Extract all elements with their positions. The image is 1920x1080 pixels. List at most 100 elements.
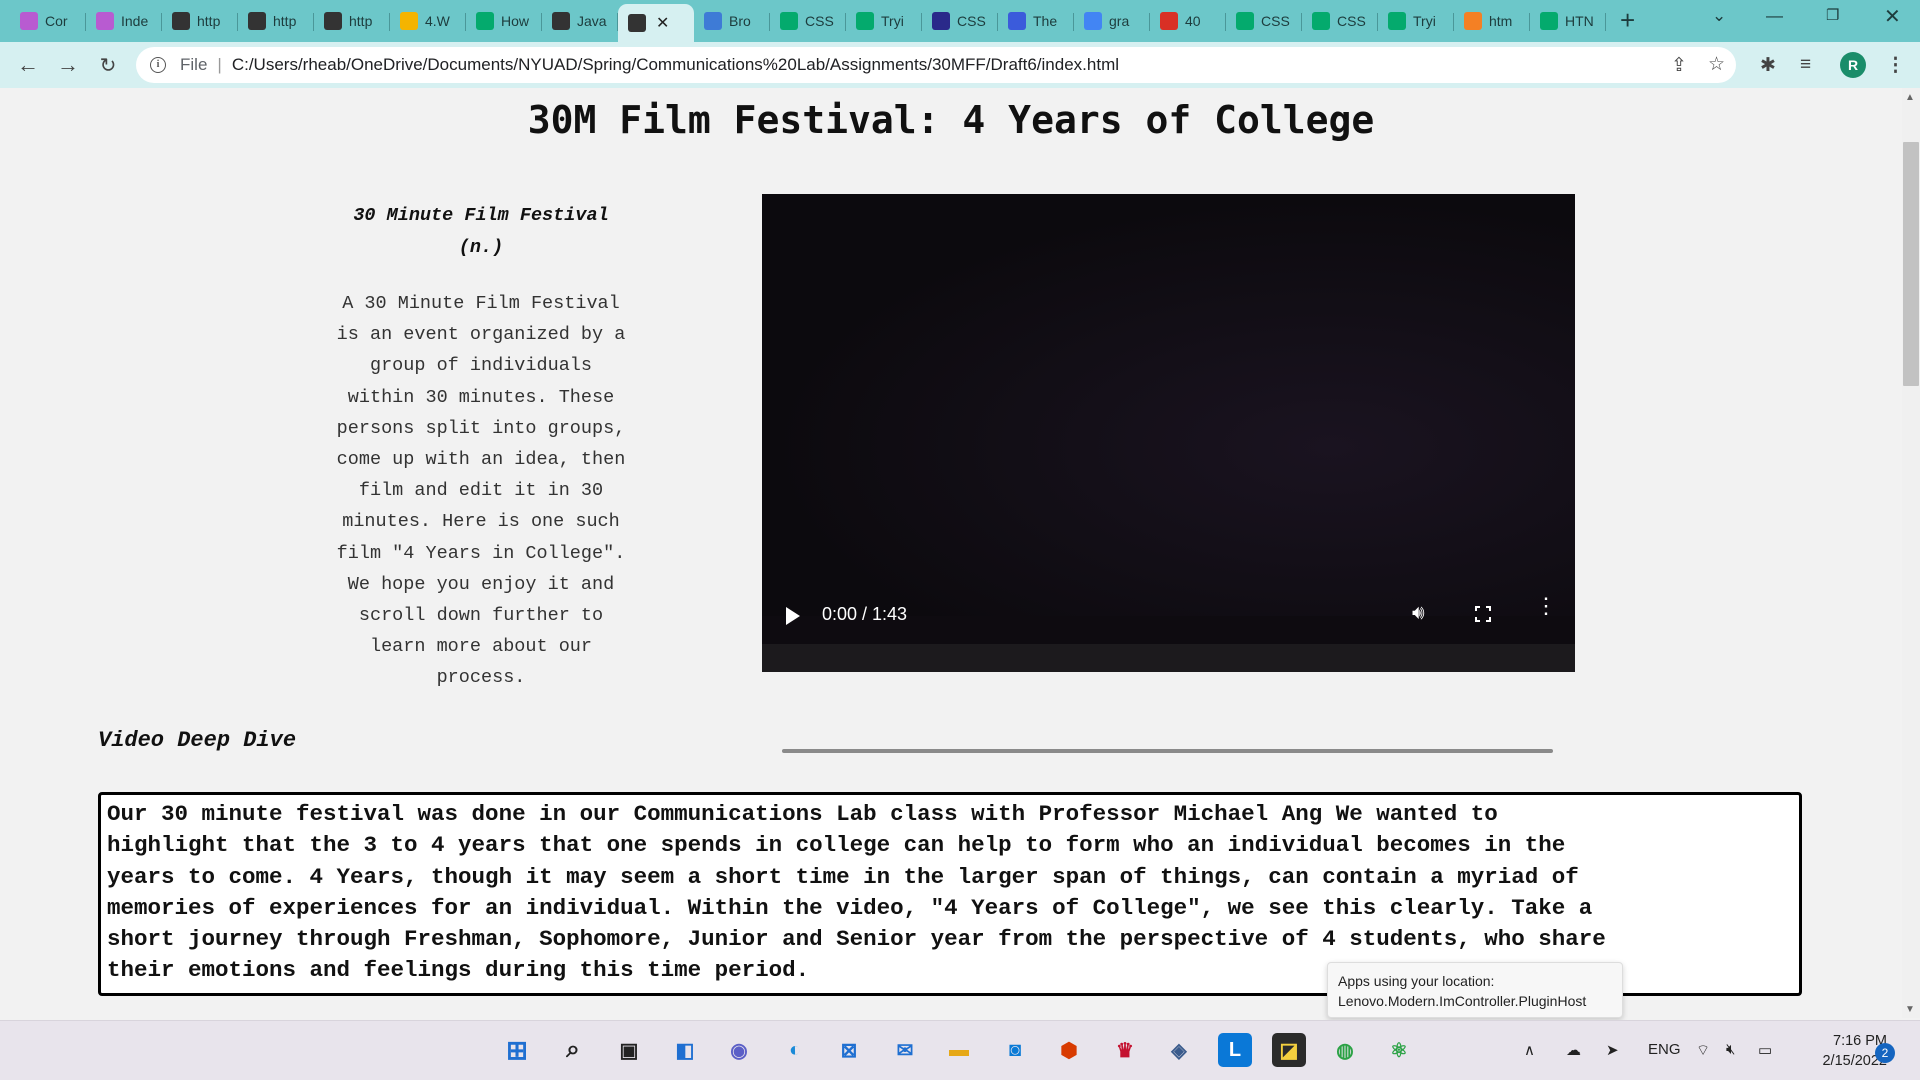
browser-tab[interactable]: How	[466, 4, 542, 38]
browser-tab[interactable]: Tryi	[1378, 4, 1454, 38]
tab-title: Inde	[121, 13, 149, 29]
browser-tab[interactable]: 4.W	[390, 4, 466, 38]
definition-line: persons split into groups,	[336, 417, 626, 439]
atom-icon[interactable]: ⚛	[1382, 1033, 1416, 1067]
play-icon[interactable]	[786, 607, 800, 625]
browser-tab[interactable]: The	[998, 4, 1074, 38]
video-time: 0:00 / 1:43	[822, 604, 908, 624]
profile-avatar[interactable]: R	[1840, 52, 1866, 78]
tab-title: http	[197, 13, 221, 29]
store-icon[interactable]: ⊠	[832, 1033, 866, 1067]
video-player[interactable]: 0:00 / 1:43 🔊︎ ⋮	[762, 194, 1575, 753]
close-window-icon[interactable]: ✕	[1884, 4, 1901, 29]
back-icon[interactable]: ←	[8, 52, 48, 78]
definition-line: We hope you enjoy it and	[347, 573, 615, 595]
stackoverflow-icon	[1464, 12, 1482, 30]
browser-tab[interactable]: CSS	[922, 4, 998, 38]
notification-badge[interactable]: 2	[1875, 1043, 1895, 1063]
definition-line: process.	[436, 667, 526, 689]
browser-tab[interactable]: Inde	[86, 4, 162, 38]
tab-title: HTN	[1565, 13, 1594, 29]
video-progress-bar[interactable]	[782, 749, 1553, 753]
info-icon[interactable]: i	[150, 57, 166, 73]
restore-icon[interactable]: ❐	[1826, 6, 1839, 24]
onedrive-icon[interactable]: ☁	[1566, 1041, 1581, 1059]
office-icon[interactable]: ⬢	[1052, 1033, 1086, 1067]
scroll-down-arrow-icon[interactable]: ▼	[1905, 1004, 1915, 1015]
search-icon[interactable]: ⌕	[556, 1033, 590, 1067]
reload-icon[interactable]: ↻	[88, 53, 128, 78]
language-indicator[interactable]: ENG	[1648, 1041, 1681, 1058]
wifi-icon[interactable]: ⌔	[1696, 1041, 1710, 1060]
battery-icon[interactable]: ▭	[1758, 1041, 1772, 1059]
minimize-icon[interactable]: —	[1766, 6, 1783, 26]
bookmark-star-icon[interactable]: ☆	[1708, 53, 1725, 76]
edge-icon[interactable]: ◐	[778, 1033, 812, 1067]
browser-tab[interactable]: HTN	[1530, 4, 1606, 38]
system-clock[interactable]: 7:16 PM 2/15/2022	[1795, 1031, 1887, 1071]
media-control-icon[interactable]: ≡	[1800, 54, 1811, 76]
location-icon[interactable]: ➤	[1606, 1041, 1619, 1059]
tab-title: Bro	[729, 13, 751, 29]
mcafee-icon[interactable]: ♛	[1108, 1033, 1142, 1067]
virtualbox-icon[interactable]: ◈	[1162, 1033, 1196, 1067]
browser-tab[interactable]: CSS	[770, 4, 846, 38]
hashnode-icon	[1008, 12, 1026, 30]
browser-tab[interactable]: gra	[1074, 4, 1150, 38]
browser-tab[interactable]: http	[314, 4, 390, 38]
sticky-notes-icon[interactable]: ◪	[1272, 1033, 1306, 1067]
extensions-icon[interactable]: ✱	[1760, 54, 1776, 77]
browser-tab[interactable]: CSS	[1226, 4, 1302, 38]
share-icon[interactable]: ⇪	[1671, 54, 1687, 77]
video-more-icon[interactable]: ⋮	[1535, 595, 1557, 617]
cortana-icon[interactable]: ◙	[998, 1033, 1032, 1067]
widgets-icon[interactable]: ◧	[668, 1033, 702, 1067]
tab-title: CSS	[805, 13, 834, 29]
start-windows-icon[interactable]: ⊞	[500, 1033, 534, 1067]
grid-icon	[704, 12, 722, 30]
close-tab-icon[interactable]: ✕	[656, 13, 669, 33]
fullscreen-icon[interactable]	[1474, 605, 1492, 623]
browser-tab[interactable]: htm	[1454, 4, 1530, 38]
file-explorer-icon[interactable]: ▬	[942, 1033, 976, 1067]
speaker-muted-icon[interactable]: 🔇︎	[1726, 1041, 1735, 1058]
definition-line: scroll down further to	[358, 605, 604, 627]
browser-tab[interactable]: Bro	[694, 4, 770, 38]
scroll-up-arrow-icon[interactable]: ▲	[1905, 92, 1915, 103]
tab-title: Java	[577, 13, 607, 29]
definition-term: 30 Minute Film Festival (n.)	[296, 200, 666, 264]
tab-title: How	[501, 13, 530, 29]
menu-kebab-icon[interactable]: ⋮	[1886, 54, 1905, 77]
address-url[interactable]: C:/Users/rheab/OneDrive/Documents/NYUAD/…	[232, 55, 1119, 75]
globe-icon	[172, 12, 190, 30]
scrollbar-thumb[interactable]	[1903, 142, 1919, 386]
browser-tab[interactable]: CSS	[1302, 4, 1378, 38]
browser-tab[interactable]: Tryi	[846, 4, 922, 38]
address-bar[interactable]: i File | C:/Users/rheab/OneDrive/Documen…	[136, 47, 1736, 83]
browser-tab[interactable]: Java	[542, 4, 618, 38]
codelab-icon	[20, 12, 38, 30]
mail-icon[interactable]: ✉	[888, 1033, 922, 1067]
definition-term-name: 30 Minute Film Festival	[353, 205, 609, 226]
definition-part-of-speech: (n.)	[458, 237, 504, 258]
volume-icon[interactable]: 🔊︎	[1412, 602, 1425, 625]
chrome-icon[interactable]: ◍	[1328, 1033, 1362, 1067]
browser-tab[interactable]: http	[162, 4, 238, 38]
tab-title: 40	[1185, 13, 1201, 29]
browser-tab[interactable]: http	[238, 4, 314, 38]
definition-line: A 30 Minute Film Festival	[342, 293, 620, 314]
teams-chat-icon[interactable]: ◉	[722, 1033, 756, 1067]
pdf-icon	[1160, 12, 1178, 30]
new-tab-button[interactable]: +	[1620, 5, 1635, 36]
browser-tab[interactable]: 40	[1150, 4, 1226, 38]
w3schools-icon	[856, 12, 874, 30]
lenovo-vantage-icon[interactable]: L	[1218, 1033, 1252, 1067]
w3schools-icon	[1540, 12, 1558, 30]
task-view-icon[interactable]: ▣	[612, 1033, 646, 1067]
browser-tab[interactable]: Cor	[10, 4, 86, 38]
tab-search-icon[interactable]: ⌄	[1712, 6, 1726, 26]
forward-icon[interactable]: →	[48, 52, 88, 78]
browser-tab[interactable]: ✕	[618, 4, 694, 42]
address-separator: |	[217, 55, 222, 74]
tray-overflow-icon[interactable]: ∧	[1524, 1041, 1535, 1059]
